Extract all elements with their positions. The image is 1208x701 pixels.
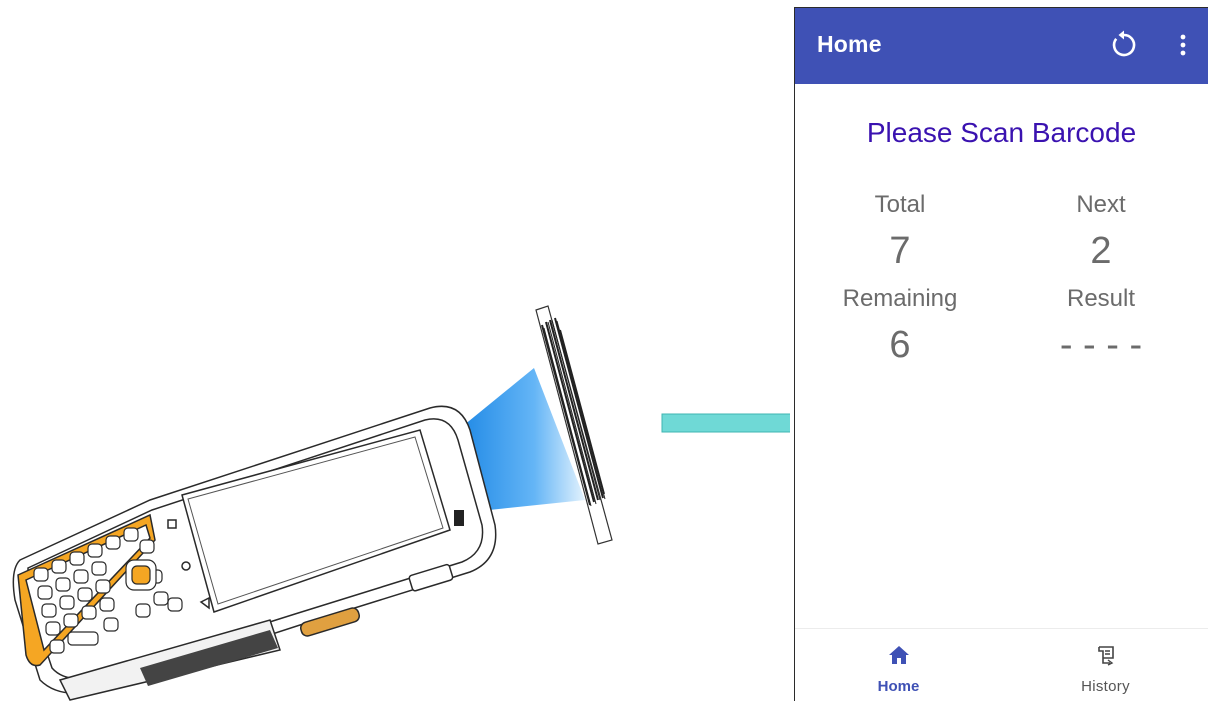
total-label: Total	[874, 191, 926, 218]
mobile-computer-device	[12, 405, 497, 701]
app-bar-title: Home	[817, 31, 882, 57]
refresh-button[interactable]	[1105, 26, 1143, 64]
nav-label-home: Home	[877, 678, 920, 695]
result-value: - - - -	[1059, 324, 1143, 366]
app-bar: Home	[795, 8, 1208, 84]
scan-prompt: Please Scan Barcode	[866, 117, 1137, 148]
flow-arrow	[661, 413, 790, 433]
more-options-button[interactable]	[1171, 26, 1195, 64]
nav-item-home[interactable]: Home	[795, 629, 1002, 701]
total-value: 7	[889, 230, 911, 272]
next-value: 2	[1090, 230, 1112, 272]
result-label: Result	[1066, 285, 1136, 312]
remaining-value: 6	[889, 324, 911, 366]
home-icon	[888, 646, 909, 664]
bottom-navigation: Home History	[795, 628, 1208, 701]
remaining-label: Remaining	[842, 285, 958, 312]
refresh-icon	[1112, 30, 1136, 57]
scanner-illustration	[0, 0, 790, 701]
scanner-illustration-svg	[12, 305, 790, 701]
nav-item-history[interactable]: History	[1002, 629, 1208, 701]
history-icon	[1097, 646, 1114, 666]
more-vert-icon	[1180, 34, 1186, 56]
next-label: Next	[1076, 191, 1126, 218]
nav-label-history: History	[1081, 678, 1130, 695]
app-screen: Home Please Scan Barcode Total 7 Next 2 …	[794, 7, 1208, 701]
